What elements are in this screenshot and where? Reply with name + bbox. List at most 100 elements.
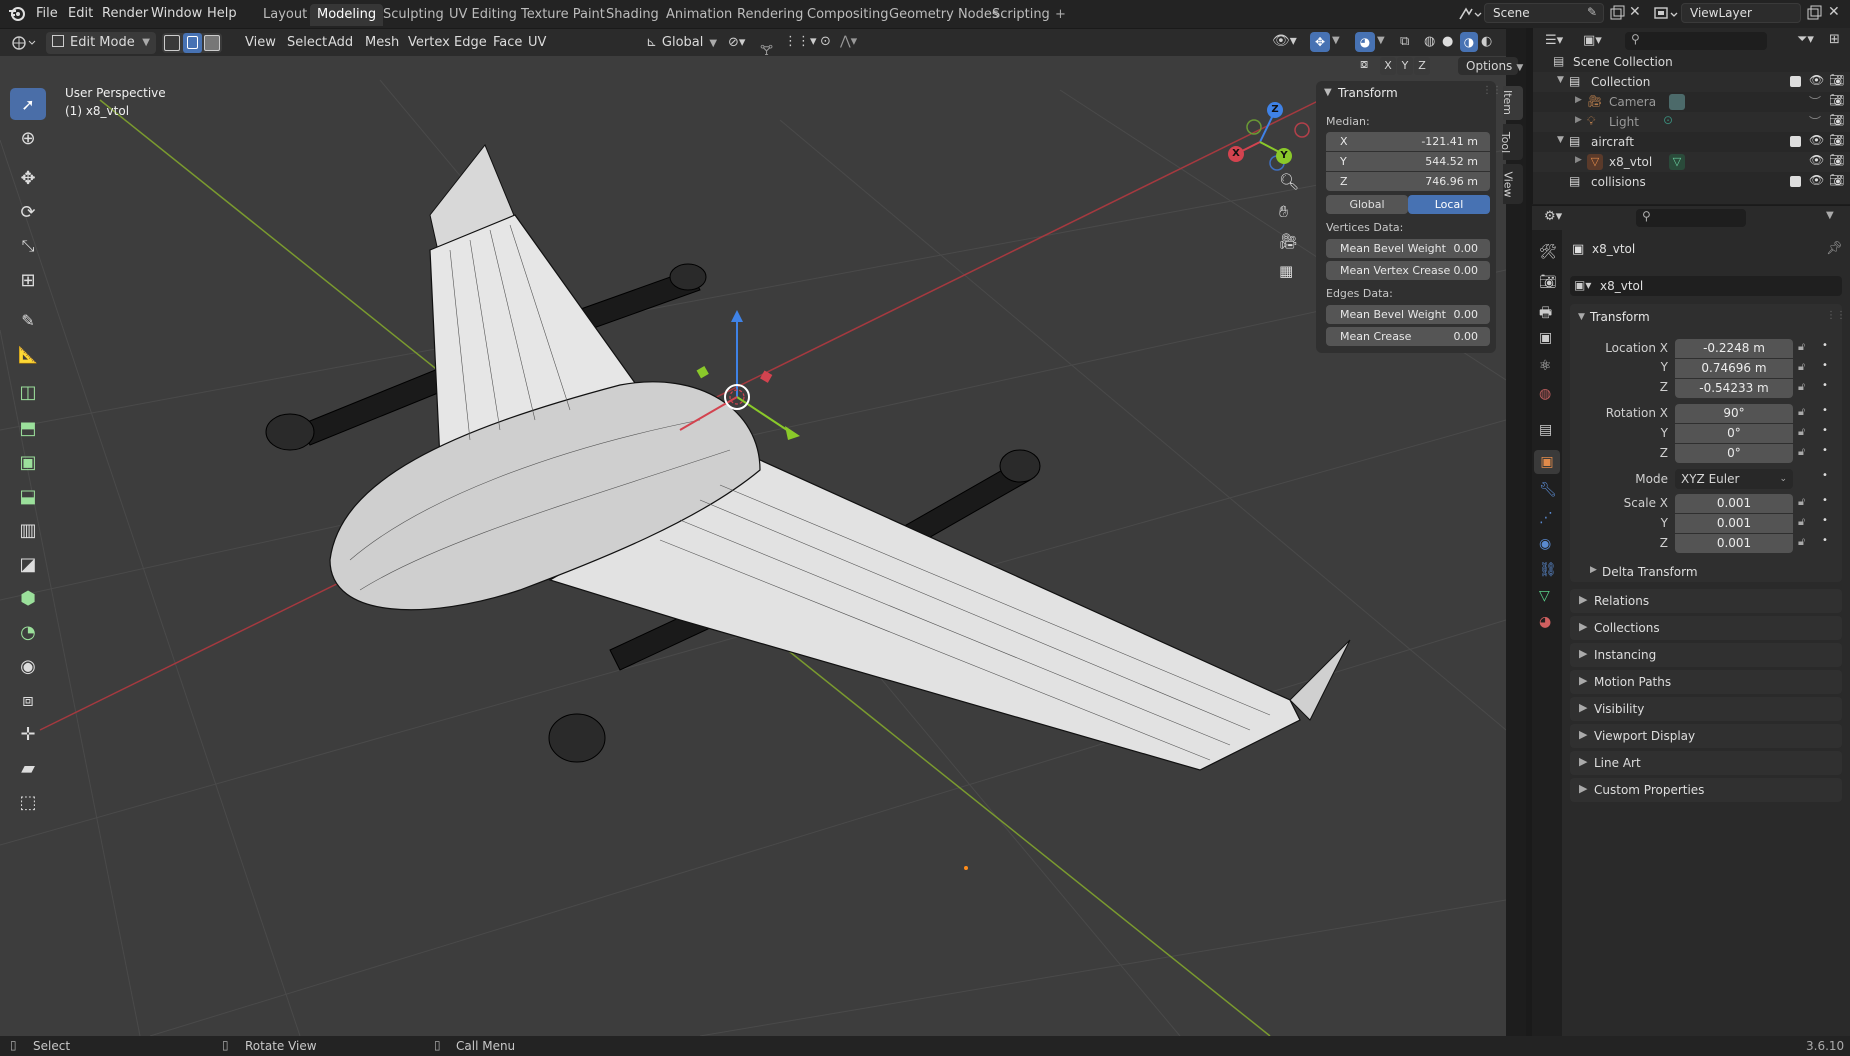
lock-icon[interactable]: 🔓︎ <box>1798 535 1805 549</box>
rotation-x-field[interactable]: 90° <box>1675 404 1793 423</box>
new-collection-icon[interactable]: ⊞ <box>1829 32 1840 47</box>
keyframe-dot-icon[interactable]: • <box>1822 535 1828 546</box>
wireframe-shading-icon[interactable]: ◍ <box>1424 34 1435 49</box>
edge-crease-field[interactable]: Mean Crease 0.00 <box>1326 327 1490 346</box>
particles-properties-icon[interactable]: ⋰ <box>1539 510 1553 526</box>
workspace-tab-shading[interactable]: Shading <box>599 4 666 26</box>
edge-select-icon[interactable] <box>183 33 202 53</box>
hidden-eye-icon[interactable]: ︶ <box>1809 93 1821 110</box>
panel-visibility[interactable]: ▶ Visibility <box>1570 697 1842 721</box>
output-properties-icon[interactable]: 🖶 <box>1539 302 1552 326</box>
drag-handle-icon[interactable]: ⋮⋮ <box>1482 85 1502 96</box>
menu-edge[interactable]: Edge <box>448 32 493 54</box>
vertex-crease-field[interactable]: Mean Vertex Crease 0.00 <box>1326 261 1490 280</box>
outliner-row-scene-collection[interactable]: ▤ Scene Collection <box>1533 52 1850 72</box>
lock-icon[interactable]: 🔓︎ <box>1798 380 1805 394</box>
workspace-tab-uv-editing[interactable]: UV Editing <box>442 4 524 26</box>
outliner-search-input[interactable]: ⚲ <box>1625 32 1767 50</box>
panel-instancing[interactable]: ▶ Instancing <box>1570 643 1842 667</box>
lock-icon[interactable]: 🔓︎ <box>1798 445 1805 459</box>
pin-icon[interactable]: ✎ <box>1587 5 1597 19</box>
expand-down-icon[interactable]: ▼ <box>1557 75 1564 85</box>
panel-collections[interactable]: ▶ Collections <box>1570 616 1842 640</box>
eye-icon[interactable]: 👁︎ <box>1809 133 1824 147</box>
keyframe-dot-icon[interactable]: • <box>1822 405 1828 416</box>
object-name-field[interactable]: ▣▾ x8_vtol <box>1570 276 1842 296</box>
keyframe-dot-icon[interactable]: • <box>1822 470 1828 481</box>
keyframe-dot-icon[interactable]: • <box>1822 495 1828 506</box>
tool-select-box[interactable]: ➚ <box>10 88 46 120</box>
mirror-y-button[interactable]: Y <box>1397 57 1413 75</box>
tool-edge-slide[interactable]: ⧈ <box>10 684 46 716</box>
eye-icon[interactable]: 👁︎ <box>1809 73 1824 87</box>
lock-icon[interactable]: 🔓︎ <box>1798 405 1805 419</box>
constraints-properties-icon[interactable]: ⛓︎ <box>1539 562 1557 578</box>
vertex-select-icon[interactable] <box>164 35 180 51</box>
tool-inset[interactable]: ▣ <box>10 446 46 478</box>
mode-selector[interactable]: Edit Mode ▼ <box>46 32 156 54</box>
drag-handle-icon[interactable]: ⋮⋮ <box>1826 310 1846 321</box>
tool-rotate[interactable]: ⟳ <box>10 196 46 228</box>
lock-icon[interactable]: 🔓︎ <box>1798 340 1805 354</box>
collection-properties-icon[interactable]: ▤ <box>1539 422 1552 438</box>
ortho-toggle-icon[interactable]: ▦ <box>1279 262 1293 280</box>
tool-rip-region[interactable]: ⬚ <box>10 786 46 818</box>
panel-collapse-icon[interactable]: ▼ <box>1324 87 1332 98</box>
menu-file[interactable]: File <box>36 6 58 21</box>
add-workspace-button[interactable]: + <box>1048 4 1073 26</box>
tab-view[interactable]: View <box>1502 164 1523 204</box>
menu-view[interactable]: View <box>239 32 282 54</box>
panel-line-art[interactable]: ▶ Line Art <box>1570 751 1842 775</box>
tool-loop-cut[interactable]: ▥ <box>10 514 46 546</box>
view-layer-properties-icon[interactable]: ▣ <box>1539 330 1552 346</box>
camera-render-icon[interactable]: 📷︎ <box>1829 173 1844 187</box>
location-x-field[interactable]: -0.2248 m <box>1675 339 1793 358</box>
delete-view-layer-icon[interactable]: ✕ <box>1828 4 1840 20</box>
tool-annotate[interactable]: ✎ <box>10 304 46 336</box>
vertex-bevel-weight-field[interactable]: Mean Bevel Weight 0.00 <box>1326 239 1490 258</box>
hidden-eye-icon[interactable]: ︶ <box>1809 113 1821 130</box>
pivot-point-icon[interactable]: ⊘▾ <box>728 35 745 50</box>
tool-smooth[interactable]: ◉ <box>10 650 46 682</box>
scene-selector-icon[interactable] <box>1457 5 1483 23</box>
face-select-icon[interactable] <box>204 35 220 51</box>
location-z-field[interactable]: -0.54233 m <box>1675 379 1793 398</box>
tool-spin[interactable]: ◔ <box>10 616 46 648</box>
camera-render-icon[interactable]: 📷︎ <box>1829 93 1844 107</box>
filter-icon[interactable]: ⏷▾ <box>1797 32 1814 47</box>
scene-properties-icon[interactable]: ⚛ <box>1539 358 1552 374</box>
blender-logo-icon[interactable] <box>8 4 26 22</box>
outliner-row-collisions[interactable]: ▤ collisions 👁︎ 📷︎ <box>1533 172 1850 192</box>
camera-render-icon[interactable]: 📷︎ <box>1829 73 1844 87</box>
local-toggle[interactable]: Local <box>1408 195 1490 214</box>
rotation-z-field[interactable]: 0° <box>1675 444 1793 463</box>
checkbox-icon[interactable] <box>1790 136 1801 147</box>
camera-render-icon[interactable]: 📷︎ <box>1829 133 1844 147</box>
material-preview-icon[interactable]: ◑ <box>1460 32 1478 52</box>
checkbox-icon[interactable] <box>1790 76 1801 87</box>
delete-scene-icon[interactable]: ✕ <box>1629 4 1641 20</box>
workspace-tab-rendering[interactable]: Rendering <box>730 4 810 26</box>
data-properties-icon[interactable]: ▽ <box>1539 588 1550 604</box>
eye-icon[interactable]: 👁︎ <box>1809 153 1824 167</box>
outliner-row-aircraft[interactable]: ▼ ▤ aircraft 👁︎ 📷︎ <box>1533 132 1850 152</box>
material-properties-icon[interactable]: ◕ <box>1539 614 1551 630</box>
outliner-editor-icon[interactable]: ☰▾ <box>1545 33 1563 48</box>
tool-cursor[interactable]: ⊕ <box>10 122 46 154</box>
proportional-edit-icon[interactable]: ⊙ <box>820 34 831 49</box>
menu-help[interactable]: Help <box>207 6 237 21</box>
navigation-gizmo[interactable]: Z X Y <box>1220 90 1320 190</box>
menu-render[interactable]: Render <box>102 6 148 21</box>
lock-icon[interactable]: 🔓︎ <box>1798 495 1805 509</box>
lock-icon[interactable]: 🔓︎ <box>1798 515 1805 529</box>
mirror-z-button[interactable]: Z <box>1414 57 1430 75</box>
physics-properties-icon[interactable]: ◉ <box>1539 536 1551 552</box>
menu-add[interactable]: Add <box>322 32 359 54</box>
visibility-selector-icon[interactable]: 👁▾ <box>1272 33 1297 49</box>
transform-orientation-selector[interactable]: ⊾ Global ▼ <box>640 32 718 54</box>
tool-bevel[interactable]: ⬓ <box>10 480 46 512</box>
gizmo-y-icon[interactable]: Y <box>1276 148 1292 164</box>
keyframe-dot-icon[interactable]: • <box>1822 445 1828 456</box>
expand-right-icon[interactable]: ▶ <box>1575 95 1582 105</box>
gizmo-menu-icon[interactable]: ▼ <box>1332 35 1340 46</box>
